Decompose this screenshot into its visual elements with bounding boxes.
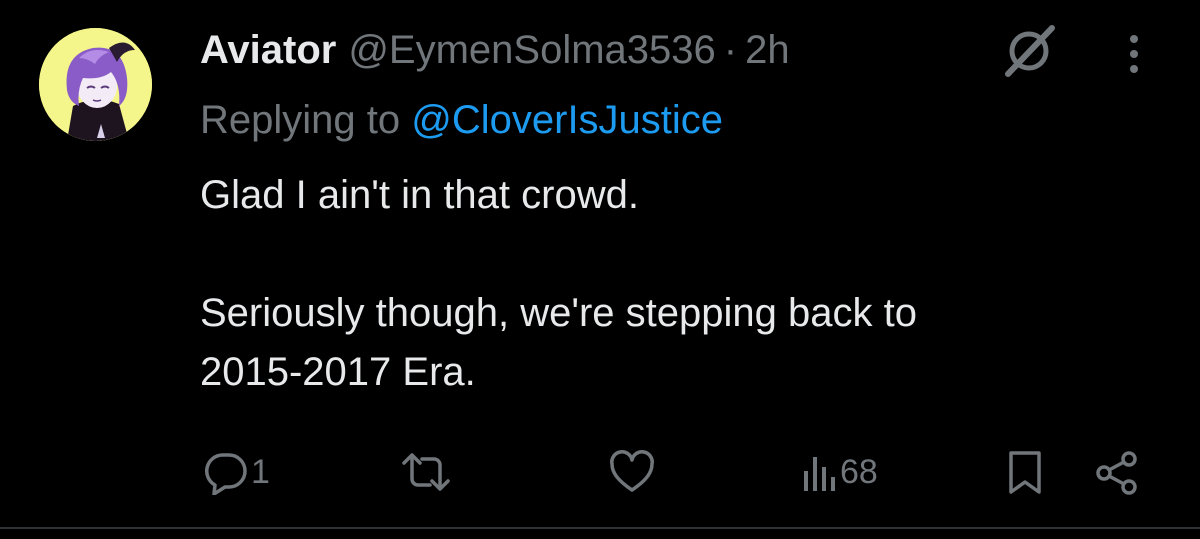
tweet-text: Glad I ain't in that crowd. Seriously th…: [200, 166, 1160, 402]
tweet-header: Aviator @EymenSolma3536 · 2h: [200, 22, 790, 78]
tweet-divider: [0, 527, 1200, 529]
heart-icon: [610, 450, 654, 492]
replying-to-link[interactable]: @CloverIsJustice: [411, 98, 723, 142]
reply-icon: [205, 453, 247, 495]
tweet[interactable]: Aviator @EymenSolma3536 · 2h Replying to…: [0, 0, 1200, 527]
more-vertical-icon[interactable]: [1114, 26, 1154, 74]
separator-dot: ·: [723, 28, 738, 72]
like-button[interactable]: [609, 440, 655, 504]
replying-to-line: Replying to @CloverIsJustice: [200, 92, 723, 148]
avatar-image: [39, 28, 152, 141]
tweet-text-line: Seriously though, we're stepping back to: [200, 291, 917, 335]
user-handle[interactable]: @EymenSolma3536: [348, 22, 715, 78]
tweet-text-line: 2015-2017 Era.: [200, 350, 476, 394]
action-bar: 1 68: [0, 440, 1200, 504]
display-name[interactable]: Aviator: [200, 22, 336, 78]
timestamp[interactable]: 2h: [745, 22, 790, 78]
views-icon: [804, 457, 835, 491]
avatar[interactable]: [39, 28, 152, 141]
reply-button[interactable]: 1: [203, 440, 270, 504]
reply-count: 1: [251, 452, 270, 491]
bookmark-button[interactable]: [1005, 440, 1045, 504]
grok-icon[interactable]: [1000, 22, 1058, 80]
views-button[interactable]: 68: [802, 440, 878, 504]
bookmark-icon: [1009, 451, 1041, 494]
tweet-text-line: Glad I ain't in that crowd.: [200, 173, 639, 217]
retweet-icon: [402, 453, 450, 491]
retweet-button[interactable]: [400, 440, 452, 504]
share-button[interactable]: [1094, 440, 1140, 504]
share-icon: [1096, 451, 1137, 495]
views-count: 68: [840, 452, 878, 491]
replying-to-prefix: Replying to: [200, 98, 401, 142]
